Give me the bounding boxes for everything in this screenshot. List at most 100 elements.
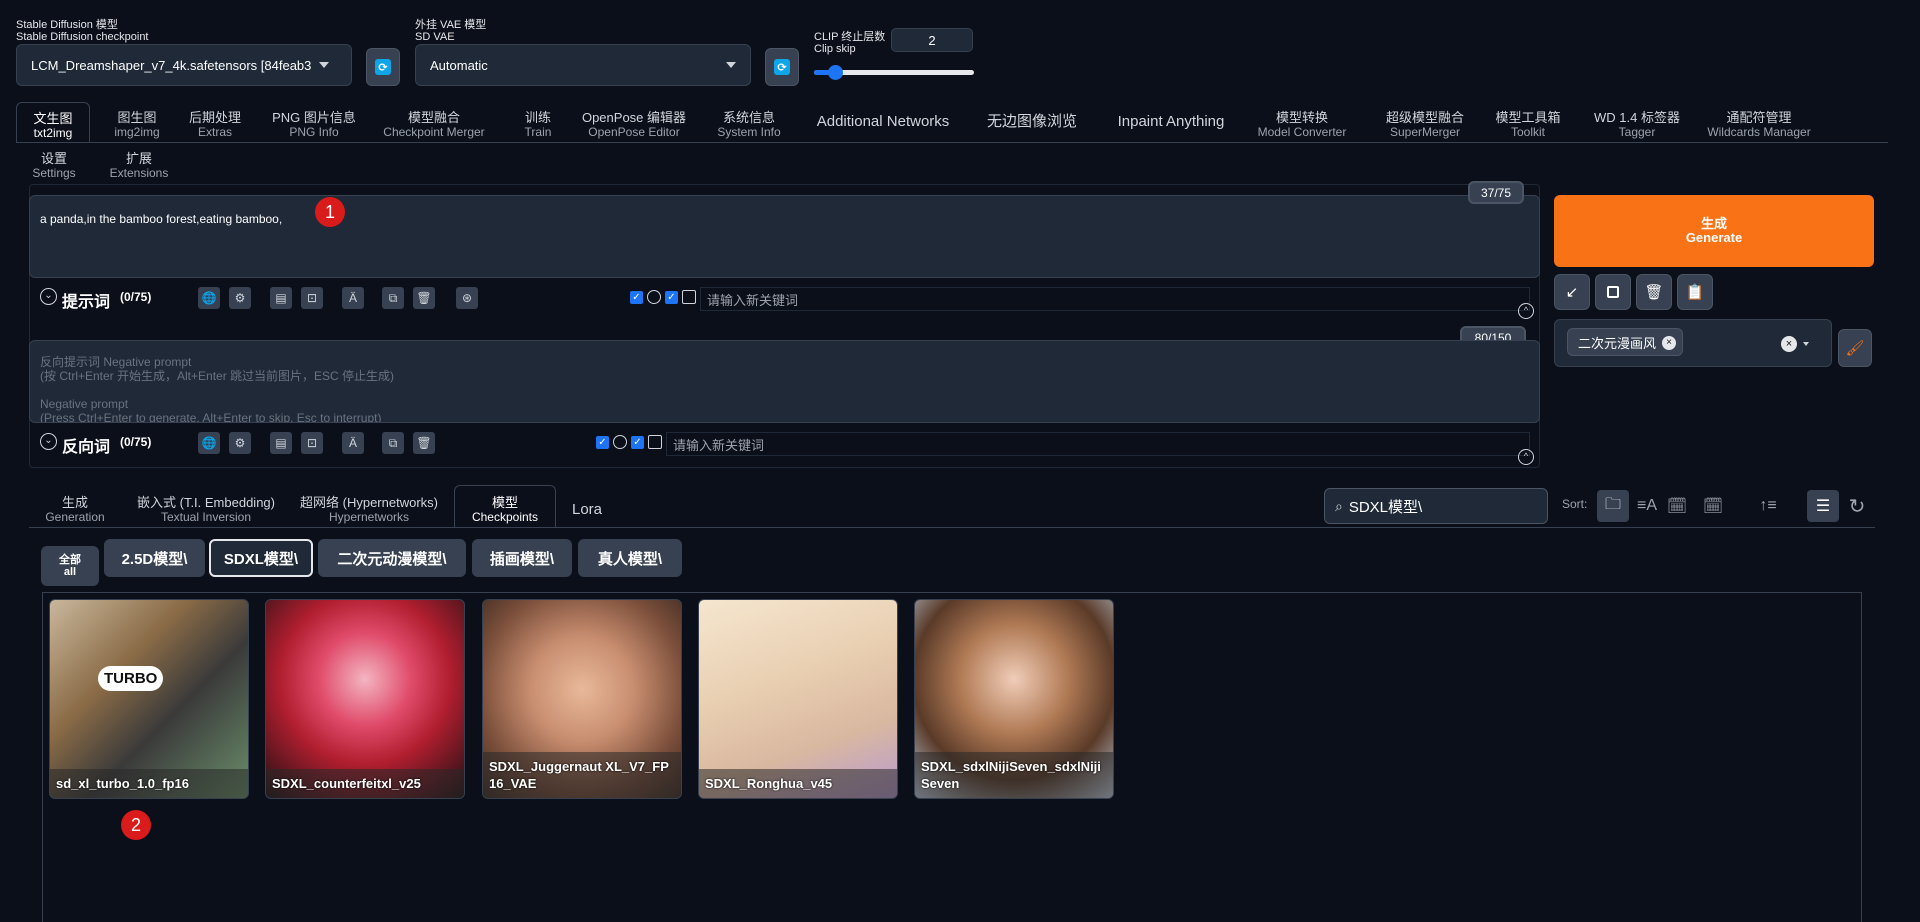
style-tag[interactable]: 二次元漫画风 × [1567,328,1684,356]
refresh-icon[interactable]: ↻ [1844,490,1870,522]
tab-extensions[interactable]: 扩展 Extensions [104,143,174,183]
sort-name-icon[interactable]: ≡A [1634,490,1660,522]
bottom-tab-hypernetworks[interactable]: 超网络 (Hypernetworks) Hypernetworks [298,494,440,530]
bookmark-icon[interactable]: ⊡ [301,432,323,454]
tab-img2img[interactable]: 图生图 img2img [108,102,166,142]
apply-style-button[interactable]: 🖌 [1838,329,1872,367]
tab-openpose-editor[interactable]: OpenPose 编辑器 OpenPose Editor [578,102,690,142]
tab-sublabel: Model Converter [1257,125,1347,139]
checkbox-2[interactable]: ✓ [665,291,678,304]
chevron-down-icon[interactable] [1803,342,1809,346]
model-card[interactable]: SDXL_Ronghua_v45 [698,599,898,799]
globe-icon[interactable]: 🌐 [198,287,220,309]
collapse-prompt-icon[interactable]: ⌄ [40,288,57,305]
list-settings-icon[interactable]: ▤ [270,287,292,309]
folder-button[interactable]: 真人模型\ [578,539,682,577]
gear-icon[interactable]: ⚙ [229,287,251,309]
sort-path-icon[interactable]: 🗀 [1597,490,1629,522]
checkbox-4[interactable]: ✓ [631,436,644,449]
tab-txt2img[interactable]: 文生图 txt2img [16,102,90,142]
sort-date-modified-icon[interactable]: 🗓 [1700,490,1726,522]
model-card[interactable]: SDXL_Juggernaut XL_V7_FP16_VAE [482,599,682,799]
bottom-tab-generation[interactable]: 生成 Generation [40,494,110,530]
tab-supermerger[interactable]: 超级模型融合 SuperMerger [1370,102,1480,142]
globe-icon[interactable]: 🌐 [198,432,220,454]
model-card[interactable]: SDXL_counterfeitxl_v25 [265,599,465,799]
clear-square-button[interactable] [1595,274,1631,310]
folder-all-button[interactable]: 全部 all [41,546,99,586]
prompt-textarea[interactable]: a panda,in the bamboo forest,eating bamb… [29,195,1540,278]
tab-system-info[interactable]: 系统信息 System Info [704,102,794,142]
folder-button[interactable]: 2.5D模型\ [104,539,205,577]
tab-additional-networks[interactable]: Additional Networks [808,102,958,142]
copy-icon[interactable]: ⧉ [382,287,404,309]
tab-sublabel: OpenPose Editor [588,125,680,139]
checkpoint-value: LCM_Dreamshaper_v7_4k.safetensors [84fea… [31,57,312,73]
clear-icon[interactable]: × [1781,336,1797,352]
tab-checkpoint-merger[interactable]: 模型融合 Checkpoint Merger [376,102,492,142]
clip-slider-thumb[interactable] [827,65,843,80]
history-icon[interactable] [647,290,661,304]
gear-icon[interactable]: ⚙ [229,432,251,454]
tab-settings[interactable]: 设置 Settings [28,143,80,183]
checkbox-1[interactable]: ✓ [630,291,643,304]
paste-arrow-button[interactable]: ↙ [1554,274,1590,310]
tab-png-info[interactable]: PNG 图片信息 PNG Info [266,102,362,142]
chevron-up-icon[interactable]: ^ [1518,303,1534,319]
trash-icon[interactable]: 🗑 [413,287,435,309]
model-card[interactable]: SDXL_sdxlNijiSeven_sdxlNijiSeven [914,599,1114,799]
search-icon: ⌕ [1335,497,1343,514]
close-icon[interactable]: × [1662,336,1677,350]
sort-date-created-icon[interactable]: 🗓 [1664,490,1690,522]
negative-textarea[interactable]: 反向提示词 Negative prompt (按 Ctrl+Enter 开始生成… [29,340,1540,423]
vae-dropdown[interactable]: Automatic [415,44,751,86]
tab-model-converter[interactable]: 模型转换 Model Converter [1252,102,1352,142]
generate-button[interactable]: 生成 Generate [1554,195,1874,267]
tab-toolkit[interactable]: 模型工具箱 Toolkit [1486,102,1570,142]
collapse-negative-icon[interactable]: ⌄ [40,433,57,450]
tab-extras[interactable]: 后期处理 Extras [180,102,250,142]
checkpoint-dropdown[interactable]: LCM_Dreamshaper_v7_4k.safetensors [84fea… [16,44,352,86]
translate-icon[interactable]: Ä [342,287,364,309]
translate-icon[interactable]: Ä [342,432,364,454]
negative-section-count: (0/75) [120,435,152,449]
tab-train[interactable]: 训练 Train [512,102,564,142]
model-card[interactable]: TURBO sd_xl_turbo_1.0_fp16 [49,599,249,799]
tree-view-icon[interactable]: ☰ [1807,490,1839,522]
tab-label: 模型 [491,495,518,510]
trash-button[interactable]: 🗑 [1636,274,1672,310]
folder-button[interactable]: 插画模型\ [472,539,572,577]
tab-sublabel: Settings [32,166,76,180]
chatgpt-icon[interactable]: ⊛ [456,287,478,309]
bottom-tab-textual-inversion[interactable]: 嵌入式 (T.I. Embedding) Textual Inversion [132,494,280,530]
style-selector[interactable]: 二次元漫画风 × × [1554,319,1832,367]
bottom-tab-lora[interactable]: Lora [562,494,612,530]
history-icon[interactable] [613,435,627,449]
tab-sublabel: Checkpoint Merger [383,125,485,139]
vae-refresh-button[interactable]: ⟳ [765,48,799,86]
checkbox-3[interactable]: ✓ [596,436,609,449]
search-input[interactable]: ⌕ SDXL模型\ [1324,488,1548,524]
bookmark-icon[interactable]: ⊡ [301,287,323,309]
tab-inpaint-anything[interactable]: Inpaint Anything [1106,102,1236,142]
tab--[interactable]: 无边图像浏览 [972,102,1092,142]
negative-keyword-input[interactable]: 请输入新关键词 [666,432,1530,456]
sort-order-icon[interactable]: ↑≡ [1755,490,1781,522]
panel-icon[interactable] [682,290,696,304]
trash-icon[interactable]: 🗑 [413,432,435,454]
square-icon [1607,286,1619,298]
bottom-tab-checkpoints[interactable]: 模型 Checkpoints [454,485,556,528]
clip-skip-slider[interactable] [814,65,974,80]
prompt-keyword-input[interactable]: 请输入新关键词 [700,287,1530,311]
folder-button[interactable]: 二次元动漫模型\ [318,539,466,577]
clip-skip-input[interactable]: 2 [891,28,973,52]
checkpoint-refresh-button[interactable]: ⟳ [366,48,400,86]
list-settings-icon[interactable]: ▤ [270,432,292,454]
folder-button[interactable]: SDXL模型\ [209,539,313,577]
tab-tagger[interactable]: WD 1.4 标签器 Tagger [1584,102,1690,142]
copy-icon[interactable]: ⧉ [382,432,404,454]
clipboard-button[interactable]: 📋 [1677,274,1713,310]
chevron-up-icon[interactable]: ^ [1518,449,1534,465]
tab-wildcards-manager[interactable]: 通配符管理 Wildcards Manager [1704,102,1814,142]
panel-icon[interactable] [648,435,662,449]
